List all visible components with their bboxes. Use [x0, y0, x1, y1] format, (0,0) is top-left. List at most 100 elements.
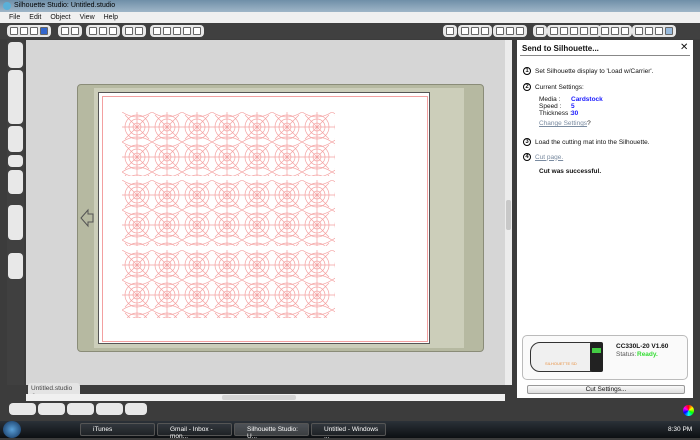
duplicate-tools[interactable]: [96, 403, 123, 415]
spiderweb-design[interactable]: [122, 180, 335, 246]
zoom-in-icon[interactable]: [153, 27, 161, 35]
eraser-knife-tools[interactable]: [8, 170, 23, 194]
print-tools: [58, 25, 82, 37]
send-to-silhouette-icon[interactable]: [665, 27, 673, 35]
line-tools: [493, 25, 527, 37]
taskbar-item-gmail[interactable]: Gmail - Inbox - mon...: [157, 423, 232, 440]
save-library-icon[interactable]: [40, 27, 48, 35]
vertical-scrollbar[interactable]: [505, 40, 512, 385]
select-tools[interactable]: [8, 42, 23, 68]
pen-icon[interactable]: [645, 27, 653, 35]
step-number: 1: [523, 67, 531, 75]
document-tab-label: Untitled.studio: [31, 385, 73, 392]
paste-icon[interactable]: [99, 27, 107, 35]
color-wheel-icon[interactable]: [683, 405, 694, 416]
thickness-value: 30: [571, 110, 579, 117]
line-color-icon[interactable]: [516, 27, 524, 35]
fullscreen-icon[interactable]: [655, 27, 663, 35]
step-number: 3: [523, 138, 531, 146]
main-toolbar: [0, 23, 700, 39]
registration-icon[interactable]: [481, 27, 489, 35]
zoom-tools: [150, 25, 204, 37]
text-style-icon[interactable]: [536, 27, 544, 35]
step-number: 4: [523, 153, 531, 161]
new-icon[interactable]: [10, 27, 18, 35]
freehand-tools[interactable]: [8, 126, 23, 152]
bottom-toolbar: [7, 402, 507, 419]
clock[interactable]: 8:30 PM: [668, 426, 692, 433]
document-tab[interactable]: Untitled.studio ⊗: [28, 383, 80, 400]
view-tools[interactable]: [8, 205, 23, 240]
horizontal-scrollbar[interactable]: [26, 394, 505, 401]
zoom-select-icon[interactable]: [173, 27, 181, 35]
panel-title: Send to Silhouette...: [522, 44, 599, 53]
page-tools: [458, 25, 492, 37]
offset-icon[interactable]: [590, 27, 598, 35]
taskbar-item-windows[interactable]: Untitled - Windows ...: [311, 423, 386, 440]
change-settings-link[interactable]: Change Settings: [539, 120, 587, 127]
menu-edit[interactable]: Edit: [29, 14, 41, 23]
spiderweb-design[interactable]: [122, 112, 335, 176]
lock-icon[interactable]: [446, 27, 454, 35]
start-button[interactable]: [3, 421, 21, 438]
close-icon[interactable]: ✕: [680, 42, 688, 53]
open-icon[interactable]: [20, 27, 28, 35]
cut-settings-button[interactable]: Cut Settings...: [527, 385, 685, 394]
scroll-thumb[interactable]: [506, 200, 511, 230]
menu-view[interactable]: View: [80, 14, 95, 23]
menu-object[interactable]: Object: [50, 14, 70, 23]
store-icon[interactable]: [601, 27, 609, 35]
copy-icon[interactable]: [89, 27, 97, 35]
silhouette-device-image: SILHOUETTE SD: [530, 342, 592, 372]
speed-label: Speed :: [539, 103, 562, 110]
mirror-icon[interactable]: [580, 27, 588, 35]
rotate-icon[interactable]: [560, 27, 568, 35]
taskbar-item-itunes[interactable]: iTunes: [80, 423, 155, 436]
trace-icon[interactable]: [621, 27, 629, 35]
device-brand: SILHOUETTE SD: [545, 361, 577, 366]
pan-icon[interactable]: [183, 27, 191, 35]
cut-icon[interactable]: [109, 27, 117, 35]
send-to-silhouette-panel: Send to Silhouette... ✕ 1 Set Silhouette …: [517, 40, 693, 398]
scale-icon[interactable]: [570, 27, 578, 35]
cut-style-icon[interactable]: [635, 27, 643, 35]
spiderweb-design[interactable]: [122, 250, 335, 318]
grid-icon[interactable]: [471, 27, 479, 35]
menu-help[interactable]: Help: [104, 14, 118, 23]
undo-icon[interactable]: [125, 27, 133, 35]
line-style-icon[interactable]: [506, 27, 514, 35]
step-1: 1 Set Silhouette display to 'Load w/Carri…: [523, 67, 653, 75]
text-tool[interactable]: [8, 155, 23, 167]
redo-icon[interactable]: [135, 27, 143, 35]
taskbar: iTunes Gmail - Inbox - mon... Silhouette…: [0, 421, 700, 440]
shape-tools[interactable]: [8, 70, 23, 124]
cut-page-link[interactable]: Cut page.: [535, 154, 563, 161]
page-settings-icon[interactable]: [461, 27, 469, 35]
transform-tools: [547, 25, 601, 37]
zoom-out-icon[interactable]: [163, 27, 171, 35]
layout-tools[interactable]: [8, 253, 23, 279]
cut-tools: [632, 25, 676, 37]
divider: [520, 55, 690, 56]
save-icon[interactable]: [30, 27, 38, 35]
taskbar-item-silhouette[interactable]: Silhouette Studio: U...: [234, 423, 309, 440]
cut-result-text: Cut was successful.: [539, 168, 602, 175]
release-delete-tools[interactable]: [67, 403, 94, 415]
print-cut-icon[interactable]: [71, 27, 79, 35]
align-icon[interactable]: [550, 27, 558, 35]
fit-page-icon[interactable]: [193, 27, 201, 35]
weld-stop-tools[interactable]: [125, 403, 147, 415]
device-control-panel: [590, 342, 603, 372]
library-icon[interactable]: [611, 27, 619, 35]
scroll-thumb[interactable]: [222, 395, 296, 400]
fill-color-icon[interactable]: [496, 27, 504, 35]
speed-value: 5: [571, 103, 575, 110]
step-text: Load the cutting mat into the Silhouette…: [535, 138, 650, 146]
title-bar: Silhouette Studio: Untitled.studio: [0, 0, 700, 12]
app-icon: [3, 2, 11, 10]
group-tools[interactable]: [9, 403, 36, 415]
menu-file[interactable]: File: [9, 14, 20, 23]
print-icon[interactable]: [61, 27, 69, 35]
compound-path-tools[interactable]: [38, 403, 65, 415]
step-4: 4 Cut page.: [523, 153, 563, 161]
